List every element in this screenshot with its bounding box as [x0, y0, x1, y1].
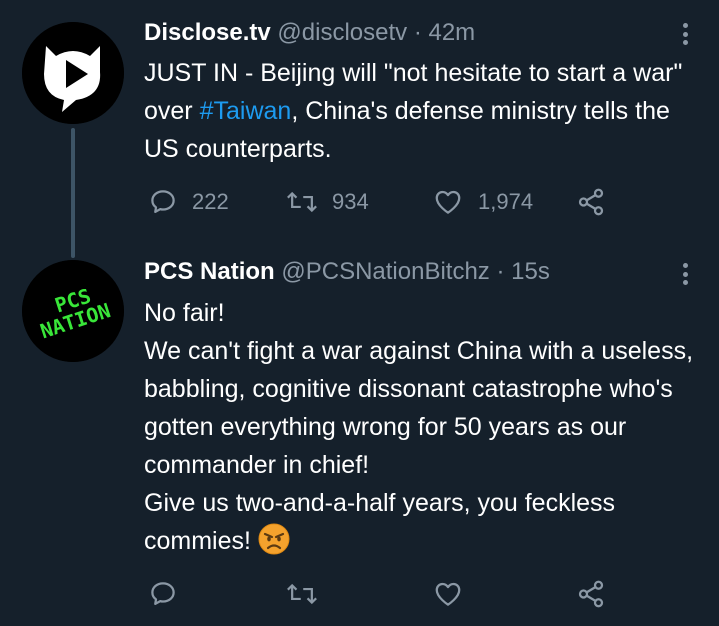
avatar-disclosetv[interactable]	[22, 22, 124, 124]
separator: ·	[489, 258, 512, 285]
share-button[interactable]	[576, 184, 606, 220]
like-button[interactable]: 1,974	[432, 184, 533, 220]
reply-button[interactable]	[148, 576, 178, 612]
display-name[interactable]: Disclose.tv	[144, 19, 271, 46]
timestamp[interactable]: 15s	[511, 258, 550, 285]
pcs-nation-logo-icon: PCS NATION	[22, 260, 124, 362]
like-count: 1,974	[478, 189, 534, 214]
avatar-pcsnation[interactable]: PCS NATION	[22, 260, 124, 362]
share-icon	[578, 580, 604, 608]
tweet-pcsnation[interactable]: PCS NATION PCS Nation @PCSNationBitchz ·…	[0, 250, 719, 626]
tweet-disclosetv[interactable]: Disclose.tv @disclosetv · 42m JUST IN - …	[0, 0, 719, 258]
heart-icon	[435, 190, 461, 214]
reply-icon	[151, 190, 175, 213]
retweet-button[interactable]: 934	[286, 184, 369, 220]
more-options-icon[interactable]	[683, 23, 689, 45]
tweet-text-line: We can't fight a war against China with …	[144, 337, 694, 479]
reply-button[interactable]: 222	[148, 184, 229, 220]
handle[interactable]: @PCSNationBitchz	[281, 258, 489, 285]
retweet-icon	[287, 583, 317, 605]
handle[interactable]: @disclosetv	[277, 19, 407, 46]
retweet-count: 934	[332, 189, 369, 214]
reply-icon	[151, 582, 175, 605]
disclose-tv-logo-icon	[22, 22, 124, 124]
tweet-text: JUST IN - Beijing will "not hesitate to …	[144, 54, 704, 168]
reply-count: 222	[192, 189, 229, 214]
share-icon	[578, 188, 604, 216]
display-name[interactable]: PCS Nation	[144, 258, 275, 285]
like-button[interactable]	[432, 576, 464, 612]
tweet-text-line: No fair!	[144, 299, 225, 327]
share-button[interactable]	[576, 576, 606, 612]
hashtag-link[interactable]: #Taiwan	[200, 97, 292, 125]
tweet-text-line: Give us two-and-a-half years, you feckle…	[144, 489, 616, 555]
tweet-text: No fair! We can't fight a war against Ch…	[144, 294, 704, 560]
tweet-header: PCS Nation @PCSNationBitchz · 15s	[144, 257, 659, 287]
angry-face-emoji-icon	[258, 523, 290, 555]
separator: ·	[407, 19, 429, 46]
thread-connector-line	[71, 128, 75, 258]
retweet-button[interactable]	[286, 576, 318, 612]
timestamp[interactable]: 42m	[428, 19, 475, 46]
tweet-header: Disclose.tv @disclosetv · 42m	[144, 18, 659, 48]
more-options-icon[interactable]	[683, 263, 689, 285]
retweet-icon	[287, 191, 317, 213]
heart-icon	[435, 582, 461, 606]
